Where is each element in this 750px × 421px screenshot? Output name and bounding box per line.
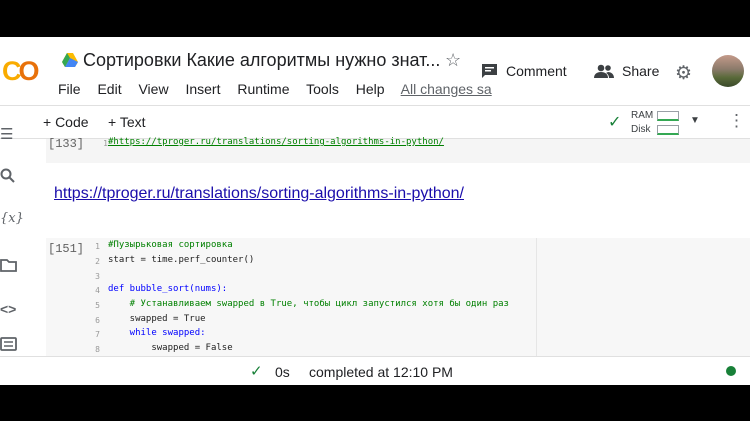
- search-icon[interactable]: [0, 168, 16, 188]
- variables-icon[interactable]: {x}: [0, 211, 24, 226]
- people-icon: [594, 64, 614, 78]
- code-line: while swapped:: [108, 328, 206, 338]
- disk-usage-bar: [657, 125, 679, 135]
- connection-status-dot: [726, 366, 736, 376]
- chevron-down-icon[interactable]: ▼: [690, 115, 700, 126]
- comment-button[interactable]: Comment: [481, 63, 567, 79]
- code-line: swapped = False: [108, 343, 233, 353]
- disk-label: Disk: [631, 124, 651, 135]
- line-number: 2: [95, 257, 100, 266]
- comment-icon: [482, 64, 497, 78]
- drive-icon: [62, 53, 78, 67]
- line-number: 8: [95, 345, 100, 354]
- share-button[interactable]: Share: [594, 63, 659, 79]
- notebook-toolbar: + Code + Text ✓ RAM Disk ▼ ⋮: [0, 105, 750, 139]
- success-check-icon: ✓: [250, 363, 263, 380]
- line-number: 1: [95, 242, 100, 251]
- comment-label: Comment: [506, 63, 567, 79]
- execution-count: [133]: [48, 137, 85, 151]
- execution-time: 0s: [275, 364, 290, 380]
- code-line: def bubble_sort(nums):: [108, 284, 228, 294]
- code-line: #Пузырьковая сортировка: [108, 240, 233, 250]
- execution-count: [151]: [48, 242, 85, 256]
- markdown-link[interactable]: https://tproger.ru/translations/sorting-…: [54, 185, 464, 203]
- completed-status[interactable]: completed at 12:10 PM: [309, 364, 453, 380]
- list-icon[interactable]: ☰: [0, 125, 13, 143]
- code-line: swapped = True: [108, 314, 206, 324]
- code-line: start = time.perf_counter(): [108, 255, 255, 265]
- menu-file[interactable]: File: [58, 81, 81, 97]
- star-icon[interactable]: ☆: [445, 50, 461, 71]
- add-text-button[interactable]: + Text: [108, 114, 146, 130]
- code-snippet-icon[interactable]: <>: [0, 301, 16, 317]
- connected-check-icon: ✓: [608, 114, 622, 131]
- notebook-title[interactable]: Сортировки Какие алгоритмы нужно знат...: [83, 50, 440, 71]
- code-line: #https://tproger.ru/translations/sorting…: [108, 137, 444, 147]
- line-number: 3: [95, 272, 100, 281]
- menu-insert[interactable]: Insert: [185, 81, 220, 97]
- terminal-icon[interactable]: [0, 337, 17, 355]
- share-label: Share: [622, 63, 660, 79]
- folder-icon[interactable]: [0, 258, 17, 276]
- menu-help[interactable]: Help: [356, 81, 385, 97]
- line-number: 7: [95, 330, 100, 339]
- colab-logo[interactable]: CO: [2, 56, 40, 87]
- menu-runtime[interactable]: Runtime: [237, 81, 289, 97]
- line-number: 5: [95, 301, 100, 310]
- gear-icon[interactable]: ⚙: [675, 62, 692, 85]
- ram-label: RAM: [631, 110, 654, 121]
- save-status-link[interactable]: All changes sa: [401, 81, 492, 97]
- line-number: 6: [95, 316, 100, 325]
- resources-indicator[interactable]: RAM Disk: [631, 109, 653, 137]
- status-bar: ✓ 0s completed at 12:10 PM: [0, 356, 750, 385]
- line-number: 1: [103, 139, 108, 148]
- menu-view[interactable]: View: [138, 81, 168, 97]
- line-number: 4: [95, 286, 100, 295]
- menu-bar: File Edit View Insert Runtime Tools Help…: [58, 81, 492, 97]
- header: CO Сортировки Какие алгоритмы нужно знат…: [0, 37, 750, 105]
- menu-tools[interactable]: Tools: [306, 81, 339, 97]
- add-code-button[interactable]: + Code: [43, 114, 89, 130]
- ram-usage-bar: [657, 111, 679, 121]
- colab-window: CO Сортировки Какие алгоритмы нужно знат…: [0, 37, 750, 385]
- more-vert-icon[interactable]: ⋮: [728, 111, 745, 131]
- menu-edit[interactable]: Edit: [97, 81, 121, 97]
- avatar[interactable]: [712, 55, 744, 87]
- code-line: # Устанавливаем swapped в True, чтобы ци…: [108, 299, 509, 309]
